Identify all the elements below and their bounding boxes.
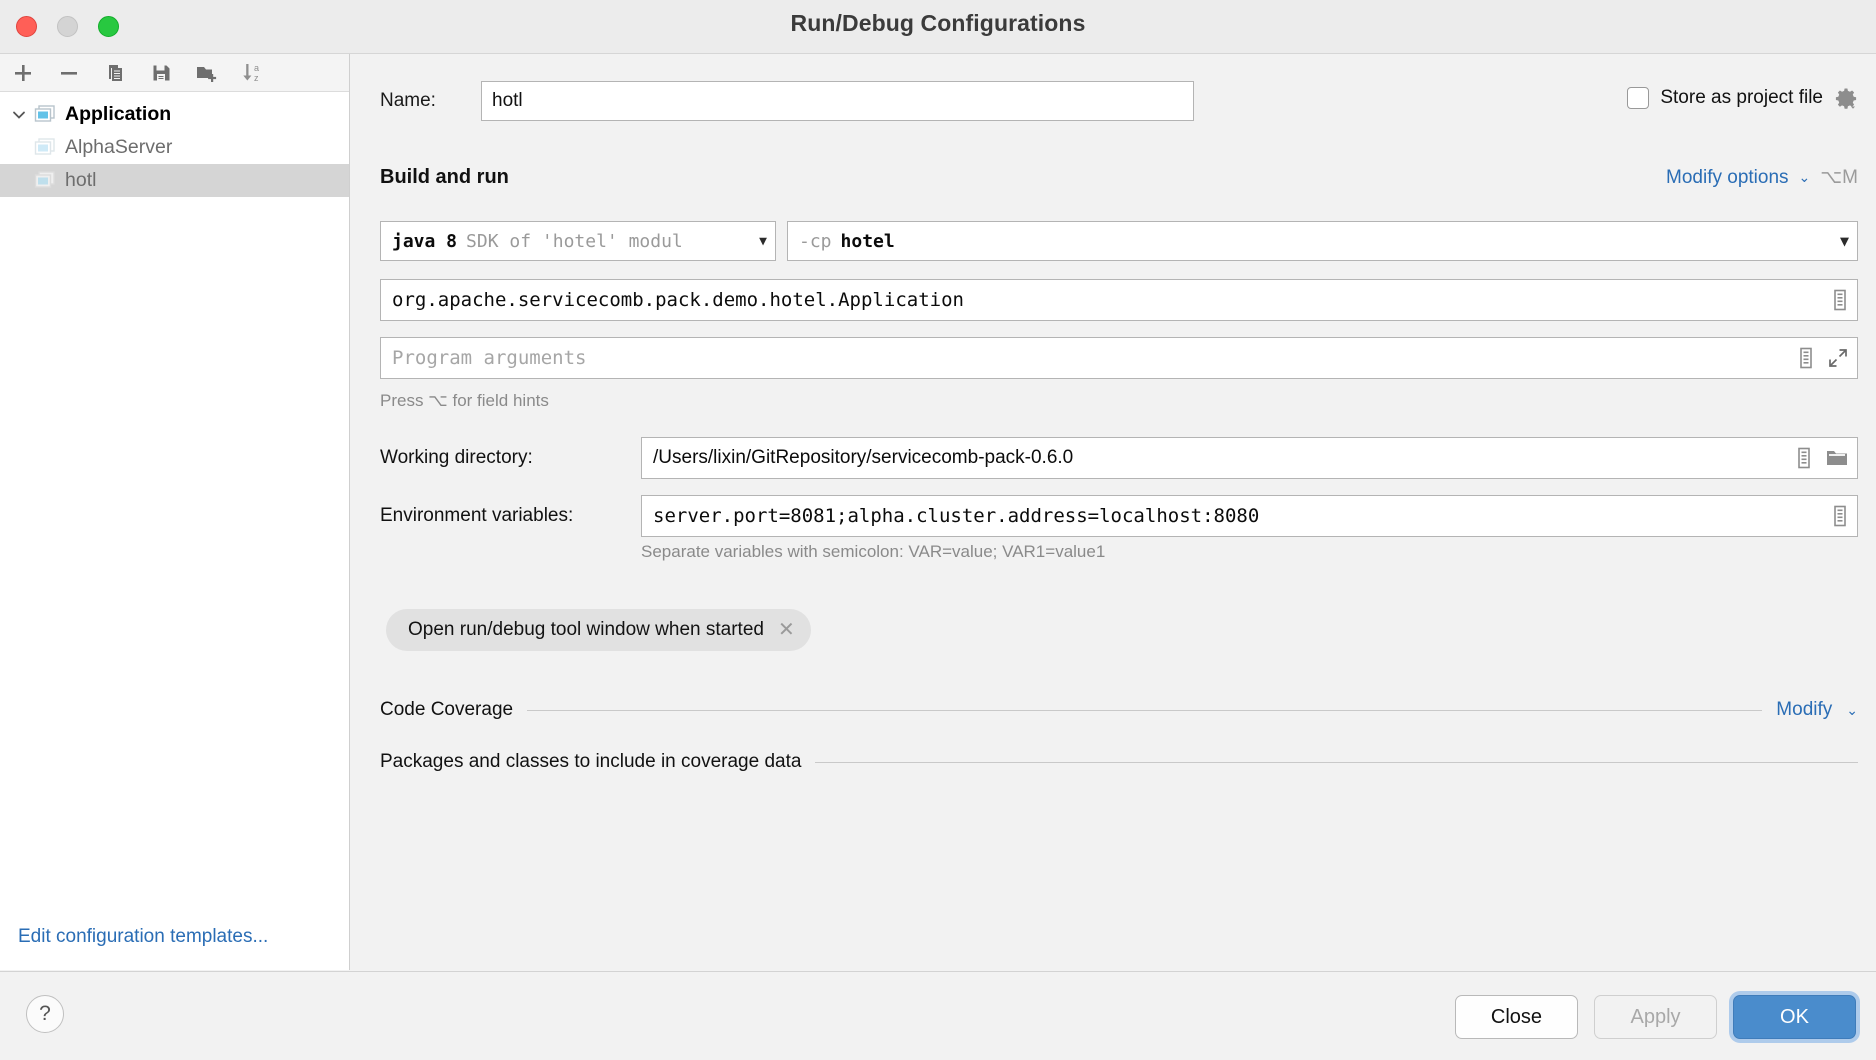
- modify-options-link[interactable]: Modify options: [1666, 167, 1789, 189]
- close-icon[interactable]: ✕: [778, 620, 795, 640]
- application-group-icon: [34, 104, 55, 122]
- name-input-value: hotl: [492, 90, 523, 111]
- chevron-down-icon[interactable]: ⌄: [1846, 702, 1858, 719]
- classpath-selector[interactable]: -cp hotel ▼: [787, 221, 1858, 261]
- tree-node-label: hotl: [65, 169, 97, 191]
- gear-icon[interactable]: [1834, 86, 1858, 110]
- option-chip-open-tool-window[interactable]: Open run/debug tool window when started …: [386, 609, 811, 651]
- configuration-editor: Name: hotl Store as project file Build a…: [351, 54, 1876, 970]
- browse-list-icon[interactable]: [1797, 347, 1815, 369]
- environment-variables-icons: [1831, 505, 1849, 527]
- footer-buttons: Close Apply OK: [1455, 995, 1856, 1039]
- classpath-module-label: hotel: [840, 230, 895, 252]
- expand-icon[interactable]: [1827, 347, 1849, 369]
- program-arguments-placeholder: Program arguments: [392, 347, 587, 369]
- environment-variables-hint: Separate variables with semicolon: VAR=v…: [641, 542, 1106, 561]
- working-directory-row: Working directory: /Users/lixin/GitRepos…: [380, 437, 1858, 479]
- section-divider: [815, 761, 1858, 763]
- edit-configuration-templates-link[interactable]: Edit configuration templates...: [18, 926, 268, 948]
- chevron-down-icon[interactable]: ▼: [751, 234, 767, 249]
- code-coverage-title: Code Coverage: [380, 699, 514, 720]
- svg-text:z: z: [254, 73, 259, 83]
- working-directory-input[interactable]: /Users/lixin/GitRepository/servicecomb-p…: [641, 437, 1858, 479]
- working-directory-icons: [1795, 447, 1849, 469]
- jdk-and-classpath-row: java 8 SDK of 'hotel' modul ▼ -cp hotel …: [380, 221, 1858, 261]
- sidebar-toolbar: a z: [0, 54, 349, 92]
- application-config-icon: [34, 170, 55, 188]
- code-coverage-modify-link[interactable]: Modify: [1776, 699, 1832, 721]
- run-debug-configurations-dialog: Run/Debug Configurations a z Application…: [0, 0, 1876, 1060]
- chevron-down-icon[interactable]: ⌄: [1799, 169, 1811, 186]
- copy-icon: [109, 64, 122, 81]
- page-title: Run/Debug Configurations: [790, 10, 1086, 36]
- svg-text:a: a: [254, 63, 259, 73]
- tree-node-hotl[interactable]: hotl: [0, 164, 349, 197]
- apply-button[interactable]: Apply: [1594, 995, 1717, 1039]
- save-icon: [153, 65, 170, 80]
- browse-list-icon[interactable]: [1795, 447, 1813, 469]
- folder-icon[interactable]: [1825, 447, 1849, 469]
- store-as-project-file-checkbox[interactable]: [1627, 87, 1650, 109]
- sort-alphabetically-button[interactable]: a z: [240, 60, 266, 86]
- coverage-packages-title: Packages and classes to include in cover…: [380, 751, 802, 772]
- close-button[interactable]: Close: [1455, 995, 1578, 1039]
- store-as-project-file-row: Store as project file: [1627, 86, 1858, 110]
- tree-node-label: Application: [65, 103, 172, 125]
- environment-variables-value: server.port=8081;alpha.cluster.address=l…: [653, 505, 1260, 527]
- folder-add-icon: [197, 66, 217, 82]
- chevron-down-icon[interactable]: ▼: [1832, 232, 1849, 250]
- jdk-secondary-label: SDK of 'hotel' modul: [466, 230, 683, 252]
- store-as-project-file-label: Store as project file: [1660, 87, 1823, 108]
- field-hints-text: Press ⌥ for field hints: [380, 391, 549, 410]
- dialog-body: a z Application AlphaServer hotl Edit co…: [0, 54, 1876, 1060]
- tree-node-label: AlphaServer: [65, 136, 173, 158]
- plus-icon: [15, 64, 31, 81]
- program-arguments-icons: [1797, 347, 1849, 369]
- tree-node-application[interactable]: Application: [0, 98, 349, 131]
- title-bar: Run/Debug Configurations: [0, 0, 1876, 54]
- help-button[interactable]: ?: [26, 995, 64, 1033]
- main-class-input[interactable]: org.apache.servicecomb.pack.demo.hotel.A…: [380, 279, 1858, 321]
- browse-list-icon[interactable]: [1831, 505, 1849, 527]
- option-chip-label: Open run/debug tool window when started: [408, 619, 764, 640]
- classpath-prefix-label: -cp: [799, 230, 832, 252]
- working-directory-label: Working directory:: [380, 447, 533, 468]
- ok-button[interactable]: OK: [1733, 995, 1856, 1039]
- chevron-down-icon[interactable]: [8, 104, 30, 126]
- save-configuration-button[interactable]: [148, 60, 174, 86]
- minus-icon: [61, 71, 77, 75]
- browse-list-icon[interactable]: [1831, 289, 1849, 311]
- working-directory-value: /Users/lixin/GitRepository/servicecomb-p…: [653, 447, 1074, 468]
- main-class-value: org.apache.servicecomb.pack.demo.hotel.A…: [392, 289, 964, 311]
- code-coverage-header: Code Coverage Modify ⌄: [380, 699, 1858, 721]
- remove-configuration-button[interactable]: [56, 60, 82, 86]
- environment-variables-input[interactable]: server.port=8081;alpha.cluster.address=l…: [641, 495, 1858, 537]
- name-input[interactable]: hotl: [481, 81, 1194, 121]
- environment-variables-row: Environment variables: server.port=8081;…: [380, 495, 1858, 537]
- build-and-run-actions: Modify options ⌄ ⌥M: [1666, 166, 1858, 189]
- jdk-primary-label: java 8: [392, 230, 458, 252]
- move-to-folder-button[interactable]: [194, 60, 220, 86]
- name-label: Name:: [380, 90, 436, 111]
- copy-configuration-button[interactable]: [102, 60, 128, 86]
- section-divider: [527, 709, 1763, 711]
- sort-az-icon: a z: [243, 63, 259, 83]
- build-and-run-title: Build and run: [380, 166, 509, 188]
- tree-node-alphaserver[interactable]: AlphaServer: [0, 131, 349, 164]
- add-configuration-button[interactable]: [10, 60, 36, 86]
- program-arguments-input[interactable]: Program arguments: [380, 337, 1858, 379]
- configurations-sidebar: a z Application AlphaServer hotl Edit co…: [0, 54, 350, 970]
- application-config-icon: [34, 137, 55, 155]
- environment-variables-label: Environment variables:: [380, 505, 574, 526]
- main-class-icons: [1831, 289, 1849, 311]
- configurations-tree: Application AlphaServer hotl: [0, 92, 349, 197]
- dialog-footer: ? Close Apply OK: [0, 971, 1876, 1060]
- modify-options-shortcut: ⌥M: [1820, 167, 1858, 188]
- jdk-selector[interactable]: java 8 SDK of 'hotel' modul ▼: [380, 221, 776, 261]
- build-and-run-header: Build and run Modify options ⌄ ⌥M: [380, 166, 1858, 189]
- coverage-packages-header: Packages and classes to include in cover…: [380, 751, 1858, 773]
